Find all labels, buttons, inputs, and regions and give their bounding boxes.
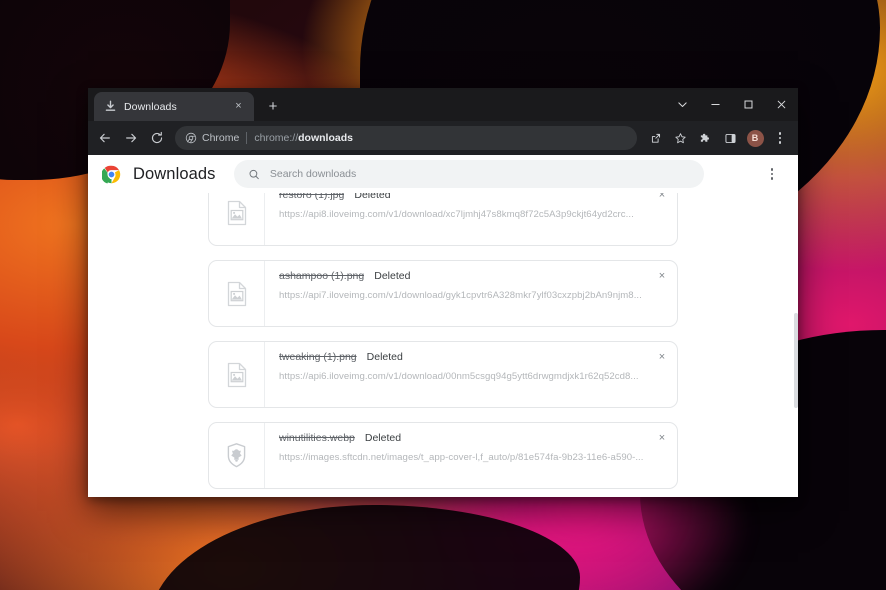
download-source-url[interactable]: https://images.sftcdn.net/images/t_app-c… xyxy=(279,452,665,463)
maximize-icon[interactable] xyxy=(732,88,765,121)
avatar-initial: B xyxy=(746,129,764,147)
omnibox-chip-label: Chrome xyxy=(202,132,240,144)
window-controls xyxy=(666,88,798,121)
brave-lion-icon xyxy=(227,443,246,468)
tab-title: Downloads xyxy=(124,100,177,113)
download-file-name[interactable]: winutilities.webp xyxy=(279,432,355,444)
close-icon[interactable] xyxy=(765,88,798,121)
download-file-name[interactable]: ashampoo (1).png xyxy=(279,270,364,282)
download-remove-icon[interactable]: × xyxy=(653,193,671,204)
browser-toolbar: Chrome chrome://downloads B xyxy=(88,121,798,155)
download-source-url[interactable]: https://api7.iloveimg.com/v1/download/gy… xyxy=(279,290,665,301)
download-item[interactable]: ashampoo (1).png Deleted https://api7.il… xyxy=(208,260,678,327)
minimize-icon[interactable] xyxy=(699,88,732,121)
tab-downloads[interactable]: Downloads × xyxy=(94,92,254,121)
omnibox-separator xyxy=(246,132,248,144)
omnibox-url-path: downloads xyxy=(298,132,353,144)
downloads-header: Downloads xyxy=(88,155,798,193)
downloads-list[interactable]: restoro (1).jpg Deleted https://api8.ilo… xyxy=(88,193,798,497)
image-file-icon xyxy=(227,362,246,387)
chrome-shield-icon xyxy=(185,132,197,144)
search-downloads-box[interactable] xyxy=(233,160,704,188)
download-icon xyxy=(105,100,116,111)
download-item[interactable]: restoro (1).jpg Deleted https://api8.ilo… xyxy=(208,193,678,246)
image-file-icon xyxy=(227,200,246,225)
download-status: Deleted xyxy=(354,193,391,201)
downloads-page: Downloads Search downloads restoro (1).j… xyxy=(88,155,798,497)
side-panel-icon[interactable] xyxy=(718,126,742,150)
new-tab-button[interactable]: + xyxy=(260,93,286,119)
extensions-puzzle-icon[interactable] xyxy=(693,126,717,150)
tab-strip: Downloads × + xyxy=(88,88,798,121)
download-status: Deleted xyxy=(364,432,402,444)
download-details: restoro (1).jpg Deleted https://api8.ilo… xyxy=(265,193,677,245)
toolbar-actions: B xyxy=(643,126,792,150)
download-details: tweaking (1).png Deleted https://api6.il… xyxy=(265,342,677,407)
search-input[interactable] xyxy=(269,168,690,180)
share-icon[interactable] xyxy=(643,126,667,150)
forward-arrow-icon[interactable] xyxy=(118,125,144,151)
download-item[interactable]: tweaking (1).png Deleted https://api6.il… xyxy=(208,341,678,408)
download-remove-icon[interactable]: × xyxy=(653,429,671,447)
omnibox-url-prefix: chrome:// xyxy=(254,132,299,144)
download-file-name[interactable]: restoro (1).jpg xyxy=(279,193,344,201)
file-icon-cell xyxy=(209,261,265,326)
tab-search-chevron-icon[interactable] xyxy=(666,88,699,121)
chrome-page-chip: Chrome xyxy=(185,132,239,144)
file-icon-cell xyxy=(209,423,265,488)
search-icon xyxy=(249,169,259,179)
bookmark-star-icon[interactable] xyxy=(668,126,692,150)
downloads-list-inner: restoro (1).jpg Deleted https://api8.ilo… xyxy=(88,193,798,497)
profile-avatar[interactable]: B xyxy=(743,126,767,150)
chrome-browser-window: Downloads × + Chrome chrome://downloads … xyxy=(88,88,798,497)
download-status: Deleted xyxy=(366,351,403,363)
download-item[interactable]: winutilities.webp Deleted https://images… xyxy=(208,422,678,489)
desktop-wallpaper: Downloads × + Chrome chrome://downloads … xyxy=(0,0,886,590)
address-bar[interactable]: Chrome chrome://downloads xyxy=(175,126,637,150)
download-remove-icon[interactable]: × xyxy=(653,348,671,366)
tab-close-icon[interactable]: × xyxy=(231,99,246,114)
download-details: ashampoo (1).png Deleted https://api7.il… xyxy=(265,261,677,326)
browser-menu-icon[interactable] xyxy=(768,126,792,150)
back-arrow-icon[interactable] xyxy=(92,125,118,151)
wallpaper-shape xyxy=(150,505,580,590)
image-file-icon xyxy=(227,281,246,306)
reload-icon[interactable] xyxy=(144,125,170,151)
page-title: Downloads xyxy=(133,164,216,183)
download-source-url[interactable]: https://api6.iloveimg.com/v1/download/00… xyxy=(279,371,665,382)
file-icon-cell xyxy=(209,342,265,407)
download-file-name[interactable]: tweaking (1).png xyxy=(279,351,357,363)
scrollbar-thumb[interactable] xyxy=(794,313,798,408)
chrome-logo-icon xyxy=(102,165,121,183)
file-icon-cell xyxy=(209,193,265,245)
download-source-url[interactable]: https://api8.iloveimg.com/v1/download/xc… xyxy=(279,209,665,220)
downloads-more-menu-icon[interactable] xyxy=(760,162,784,186)
page-scrollbar[interactable] xyxy=(794,193,798,497)
download-details: winutilities.webp Deleted https://images… xyxy=(265,423,677,488)
download-remove-icon[interactable]: × xyxy=(653,267,671,285)
omnibox-url: chrome://downloads xyxy=(254,132,353,144)
download-status: Deleted xyxy=(374,270,411,282)
